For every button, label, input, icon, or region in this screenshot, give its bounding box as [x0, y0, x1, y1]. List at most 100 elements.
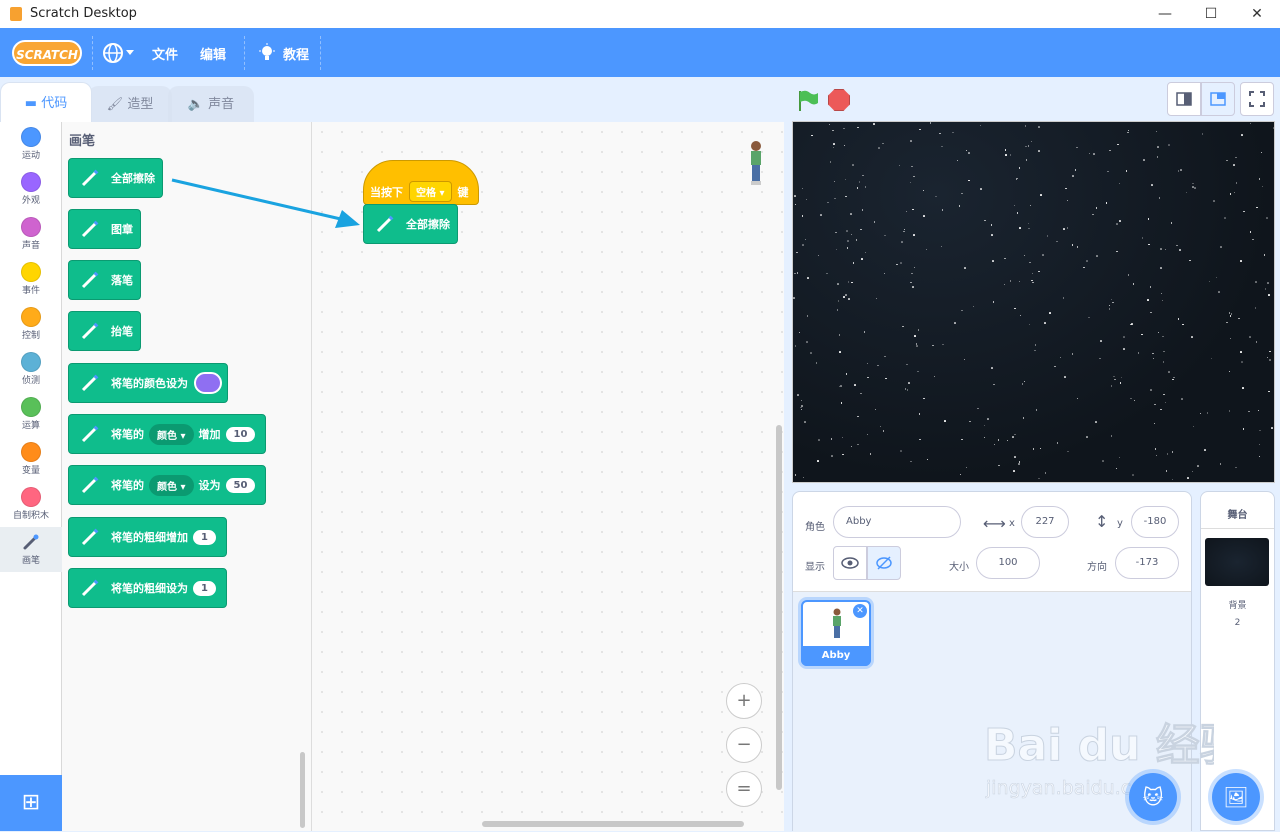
zoom-in-button[interactable]: + [726, 683, 762, 719]
star [832, 129, 834, 132]
pen-icon [75, 522, 105, 552]
star [1172, 378, 1174, 381]
fullscreen-button[interactable] [1240, 82, 1274, 116]
star [903, 228, 906, 231]
normal-stage-button[interactable] [1201, 82, 1235, 116]
window-title: Scratch Desktop [30, 6, 137, 21]
show-hidden-button[interactable] [867, 546, 901, 580]
star [1177, 170, 1180, 172]
sprite-name-input[interactable]: Abby [833, 506, 961, 538]
zoom-out-button[interactable]: − [726, 727, 762, 763]
workspace-hscrollbar[interactable] [482, 821, 744, 827]
direction-input[interactable]: -173 [1115, 547, 1179, 579]
star [800, 399, 803, 402]
star [1171, 478, 1174, 481]
color-picker[interactable] [194, 372, 222, 394]
category-looks[interactable]: 外观 [0, 167, 62, 212]
category-control[interactable]: 控制 [0, 302, 62, 347]
category-sensing[interactable]: 侦测 [0, 347, 62, 392]
block-change-pen-size[interactable]: 将笔的粗细增加 1 [68, 517, 227, 557]
tab-code[interactable]: ▬ 代码 [0, 82, 92, 123]
maximize-button[interactable]: ☐ [1196, 4, 1226, 24]
size-input[interactable]: 100 [976, 547, 1040, 579]
stop-icon[interactable] [828, 89, 850, 111]
star [1034, 344, 1037, 346]
palette-scrollbar[interactable] [300, 752, 305, 828]
star [980, 188, 982, 190]
star [922, 189, 925, 192]
star [1028, 227, 1030, 230]
category-my-blocks[interactable]: 自制积木 [0, 482, 62, 527]
x-input[interactable]: 227 [1021, 506, 1069, 538]
choose-sprite-button[interactable]: 🐱 [1129, 773, 1177, 821]
star [1267, 282, 1269, 284]
number-input[interactable]: 50 [225, 477, 256, 493]
param-dropdown[interactable]: 颜色 ▾ [149, 474, 194, 496]
star [837, 283, 839, 285]
star [1259, 429, 1261, 432]
lightbulb-icon[interactable] [258, 43, 276, 63]
file-menu[interactable]: 文件 [152, 44, 178, 63]
zoom-reset-icon: = [736, 778, 752, 799]
tutorials-menu[interactable]: 教程 [283, 44, 309, 63]
star [1025, 145, 1027, 148]
zoom-reset-button[interactable]: = [726, 771, 762, 807]
star [862, 174, 864, 177]
star [851, 281, 853, 284]
sprite-thumbnail[interactable]: ✕ Abby [801, 600, 871, 666]
show-visible-button[interactable] [833, 546, 867, 580]
number-input[interactable]: 1 [193, 529, 216, 545]
scratch-logo[interactable]: SCRATCH [12, 40, 82, 66]
block-stamp[interactable]: 图章 [68, 209, 141, 249]
edit-menu[interactable]: 编辑 [200, 44, 226, 63]
number-input[interactable]: 10 [225, 426, 256, 442]
annotation-arrow [171, 178, 360, 228]
script-clear-block[interactable]: 全部擦除 [363, 204, 458, 244]
close-button[interactable]: ✕ [1242, 4, 1272, 24]
star [840, 385, 842, 387]
minimize-button[interactable]: — [1150, 4, 1180, 24]
tab-costumes[interactable]: 🖌 造型 [88, 86, 172, 122]
category-dot [21, 127, 41, 147]
category-operators[interactable]: 运算 [0, 392, 62, 437]
block-clear[interactable]: 全部擦除 [68, 158, 163, 198]
category-sound[interactable]: 声音 [0, 212, 62, 257]
block-change-pen-param[interactable]: 将笔的 颜色 ▾ 增加 10 [68, 414, 266, 454]
green-flag-icon[interactable] [796, 89, 820, 113]
number-input[interactable]: 1 [193, 580, 216, 596]
delete-sprite-icon[interactable]: ✕ [853, 604, 867, 618]
block-pen-down[interactable]: 落笔 [68, 260, 141, 300]
block-set-pen-color[interactable]: 将笔的颜色设为 [68, 363, 228, 403]
tab-sounds[interactable]: 🔈 声音 [168, 86, 254, 122]
category-motion[interactable]: 运动 [0, 122, 62, 167]
star [1213, 200, 1215, 202]
param-dropdown[interactable]: 颜色 ▾ [149, 423, 194, 445]
y-input[interactable]: -180 [1131, 506, 1179, 538]
sprite-name-label: 角色 [805, 522, 825, 533]
star [1004, 149, 1007, 151]
workspace-vscrollbar[interactable] [776, 425, 782, 790]
category-dot [21, 172, 41, 192]
category-variables[interactable]: 变量 [0, 437, 62, 482]
star [845, 294, 847, 296]
block-pen-up[interactable]: 抬笔 [68, 311, 141, 351]
star [1093, 153, 1095, 155]
when-key-pressed-block[interactable]: 当按下 空格 ▾ 键 [363, 160, 479, 205]
backdrop-thumbnail[interactable] [1205, 538, 1269, 586]
star [828, 123, 831, 126]
category-events[interactable]: 事件 [0, 257, 62, 302]
block-set-pen-param[interactable]: 将笔的 颜色 ▾ 设为 50 [68, 465, 266, 505]
star [983, 436, 986, 439]
chevron-down-icon[interactable] [126, 50, 134, 55]
add-extension-button[interactable]: ⊞ [0, 775, 62, 831]
star [833, 143, 835, 145]
star [850, 213, 852, 215]
key-dropdown[interactable]: 空格 ▾ [409, 181, 452, 202]
small-stage-button[interactable] [1167, 82, 1201, 116]
choose-backdrop-button[interactable]: 🖼 [1212, 773, 1260, 821]
star [1235, 156, 1237, 159]
category-pen[interactable]: 画笔 [0, 527, 62, 572]
block-set-pen-size[interactable]: 将笔的粗细设为 1 [68, 568, 227, 608]
globe-icon[interactable] [102, 42, 124, 64]
stage-canvas[interactable] [792, 121, 1275, 483]
